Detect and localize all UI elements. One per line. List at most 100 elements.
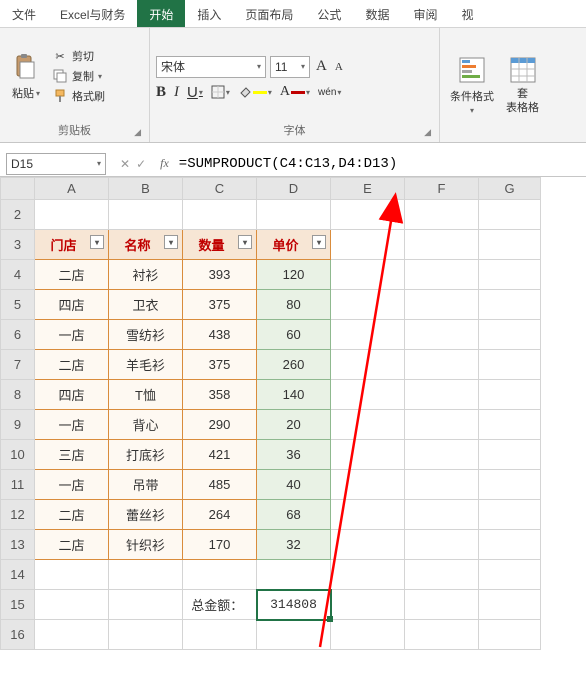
cell[interactable]: 衬衫	[109, 260, 183, 290]
cell[interactable]: 二店	[35, 260, 109, 290]
cell[interactable]	[331, 500, 405, 530]
cell[interactable]	[405, 350, 479, 380]
cell[interactable]	[331, 560, 405, 590]
cell[interactable]	[479, 560, 541, 590]
tab-page-layout[interactable]: 页面布局	[233, 0, 305, 27]
cut-button[interactable]: ✂ 剪切	[50, 47, 107, 65]
cell[interactable]: 358	[183, 380, 257, 410]
font-name-select[interactable]: 宋体 ▾	[156, 56, 266, 78]
cell[interactable]	[479, 440, 541, 470]
row-header[interactable]: 3	[1, 230, 35, 260]
cell[interactable]	[331, 230, 405, 260]
cell[interactable]: 120	[257, 260, 331, 290]
cell[interactable]	[405, 260, 479, 290]
table-header[interactable]: 数量▾	[183, 230, 257, 260]
cell[interactable]: 打底衫	[109, 440, 183, 470]
row-header[interactable]: 13	[1, 530, 35, 560]
tab-data[interactable]: 数据	[353, 0, 401, 27]
row-header[interactable]: 9	[1, 410, 35, 440]
cell[interactable]	[331, 290, 405, 320]
row-header[interactable]: 4	[1, 260, 35, 290]
cell[interactable]	[479, 260, 541, 290]
row-header[interactable]: 2	[1, 200, 35, 230]
cell[interactable]: 60	[257, 320, 331, 350]
cell[interactable]: 雪纺衫	[109, 320, 183, 350]
formula-input[interactable]: =SUMPRODUCT(C4:C13,D4:D13)	[175, 156, 586, 172]
tab-formula[interactable]: 公式	[305, 0, 353, 27]
filter-icon[interactable]: ▾	[312, 235, 326, 249]
row-header[interactable]: 11	[1, 470, 35, 500]
name-box[interactable]: D15 ▾	[6, 153, 106, 175]
filter-icon[interactable]: ▾	[90, 235, 104, 249]
cell[interactable]	[479, 200, 541, 230]
cell[interactable]	[479, 410, 541, 440]
cell[interactable]: 375	[183, 290, 257, 320]
cell[interactable]: 260	[257, 350, 331, 380]
cell[interactable]	[35, 200, 109, 230]
cell[interactable]: 一店	[35, 470, 109, 500]
row-header[interactable]: 5	[1, 290, 35, 320]
filter-icon[interactable]: ▾	[164, 235, 178, 249]
table-header[interactable]: 单价▾	[257, 230, 331, 260]
cell[interactable]: 32	[257, 530, 331, 560]
cell[interactable]	[479, 350, 541, 380]
cell[interactable]: 40	[257, 470, 331, 500]
cell[interactable]	[331, 320, 405, 350]
table-format-button[interactable]: 套表格格	[502, 52, 543, 116]
cell[interactable]: 二店	[35, 500, 109, 530]
cell[interactable]	[331, 590, 405, 620]
cell[interactable]	[405, 620, 479, 650]
cell[interactable]: 三店	[35, 440, 109, 470]
table-header[interactable]: 名称▾	[109, 230, 183, 260]
col-header-A[interactable]: A	[35, 178, 109, 200]
cell[interactable]	[331, 440, 405, 470]
col-header-D[interactable]: D	[257, 178, 331, 200]
increase-font-button[interactable]: A	[314, 58, 329, 75]
cell[interactable]: 四店	[35, 290, 109, 320]
cell[interactable]	[257, 620, 331, 650]
cell[interactable]	[331, 530, 405, 560]
cell[interactable]: 蕾丝衫	[109, 500, 183, 530]
cell[interactable]: 485	[183, 470, 257, 500]
cell[interactable]: 羊毛衫	[109, 350, 183, 380]
cell[interactable]	[479, 620, 541, 650]
fill-color-button[interactable]: ▾	[238, 85, 272, 99]
cell[interactable]	[109, 560, 183, 590]
cell[interactable]	[183, 560, 257, 590]
cell[interactable]	[331, 470, 405, 500]
row-header[interactable]: 14	[1, 560, 35, 590]
select-all-corner[interactable]	[1, 178, 35, 200]
cell[interactable]: 80	[257, 290, 331, 320]
col-header-C[interactable]: C	[183, 178, 257, 200]
row-header[interactable]: 15	[1, 590, 35, 620]
tab-home[interactable]: 开始	[137, 0, 185, 27]
accept-formula-button[interactable]: ✓	[136, 157, 146, 171]
cancel-formula-button[interactable]: ✕	[120, 157, 130, 171]
cell[interactable]: 170	[183, 530, 257, 560]
conditional-format-button[interactable]: 条件格式 ▾	[446, 52, 498, 117]
cell[interactable]: 290	[183, 410, 257, 440]
cell[interactable]	[479, 590, 541, 620]
col-header-F[interactable]: F	[405, 178, 479, 200]
cell[interactable]: 68	[257, 500, 331, 530]
table-header[interactable]: 门店▾	[35, 230, 109, 260]
cell[interactable]	[479, 230, 541, 260]
font-color-button[interactable]: A▾	[280, 84, 310, 100]
cell[interactable]	[405, 380, 479, 410]
cell[interactable]: 针织衫	[109, 530, 183, 560]
row-header[interactable]: 10	[1, 440, 35, 470]
dialog-launcher-icon[interactable]: ◢	[134, 127, 141, 138]
cell[interactable]: 140	[257, 380, 331, 410]
cell[interactable]: 375	[183, 350, 257, 380]
cell[interactable]	[183, 620, 257, 650]
fx-icon[interactable]: fx	[154, 156, 175, 171]
cell[interactable]	[331, 200, 405, 230]
row-header[interactable]: 6	[1, 320, 35, 350]
cell[interactable]	[405, 440, 479, 470]
cell[interactable]: T恤	[109, 380, 183, 410]
cell[interactable]: 一店	[35, 320, 109, 350]
cell[interactable]	[479, 380, 541, 410]
format-painter-button[interactable]: 格式刷	[50, 87, 107, 105]
tab-view[interactable]: 视	[449, 0, 485, 27]
tab-review[interactable]: 审阅	[401, 0, 449, 27]
